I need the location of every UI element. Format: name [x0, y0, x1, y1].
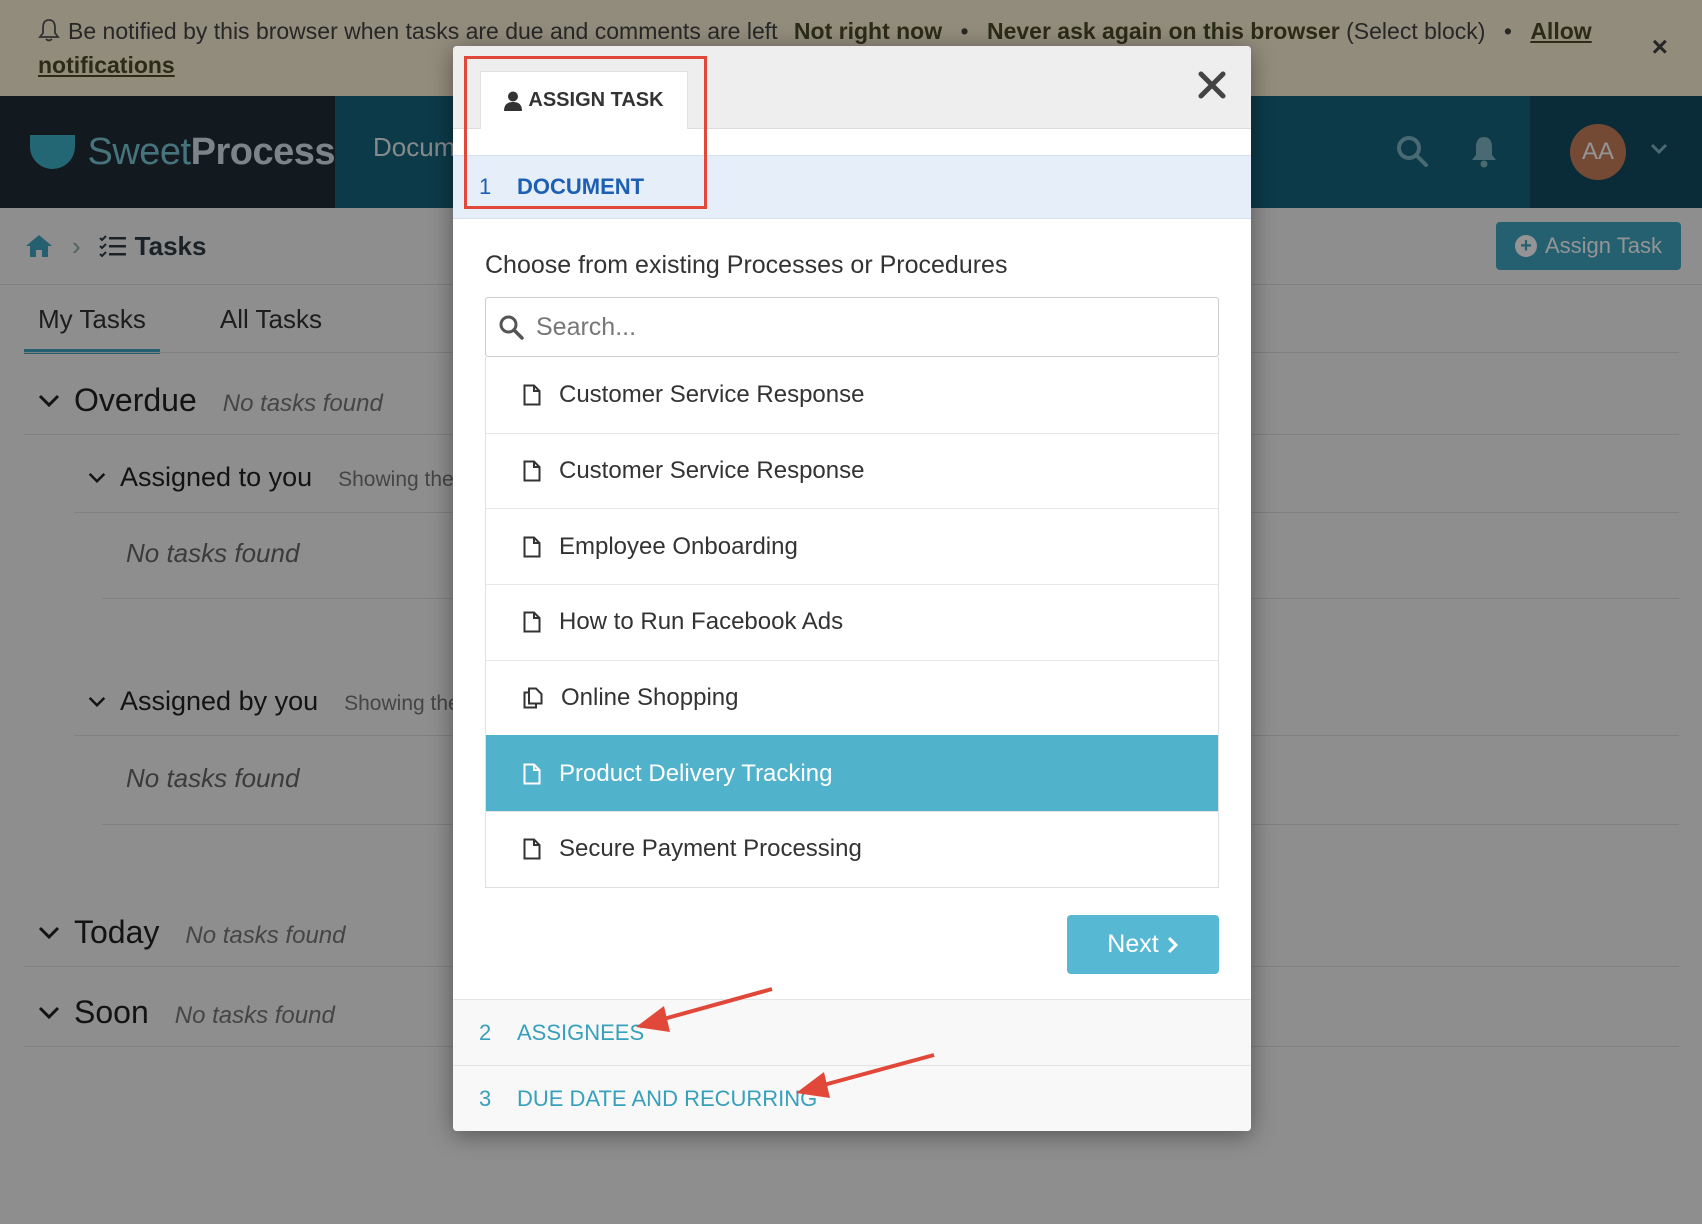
choose-label: Choose from existing Processes or Proced… — [485, 251, 1008, 279]
list-item[interactable]: Online Shopping — [486, 659, 1218, 736]
search-box[interactable] — [485, 297, 1219, 357]
document-icon — [523, 536, 541, 558]
list-item[interactable]: Customer Service Response — [486, 357, 1218, 433]
close-icon[interactable] — [1197, 70, 1227, 100]
copy-document-icon — [523, 687, 543, 709]
document-icon — [523, 838, 541, 860]
assign-task-modal: ASSIGN TASK 1 DOCUMENT Choose from exist… — [453, 46, 1251, 1131]
document-icon — [523, 763, 541, 785]
highlight-box — [464, 56, 707, 209]
document-list: Customer Service Response Customer Servi… — [485, 357, 1219, 888]
step-due-date[interactable]: 3 DUE DATE AND RECURRING — [453, 1065, 1251, 1131]
list-item[interactable]: Secure Payment Processing — [486, 811, 1218, 887]
next-button[interactable]: Next — [1067, 915, 1219, 974]
step-assignees[interactable]: 2 ASSIGNEES — [453, 999, 1251, 1065]
search-input[interactable] — [536, 312, 1186, 342]
document-icon — [523, 384, 541, 406]
search-icon — [499, 315, 524, 340]
list-item-selected[interactable]: Product Delivery Tracking — [486, 735, 1218, 812]
list-item[interactable]: Employee Onboarding — [486, 508, 1218, 584]
list-item[interactable]: How to Run Facebook Ads — [486, 584, 1218, 660]
document-icon — [523, 611, 541, 633]
chevron-right-icon — [1167, 936, 1178, 953]
document-icon — [523, 460, 541, 482]
list-item[interactable]: Customer Service Response — [486, 432, 1218, 509]
